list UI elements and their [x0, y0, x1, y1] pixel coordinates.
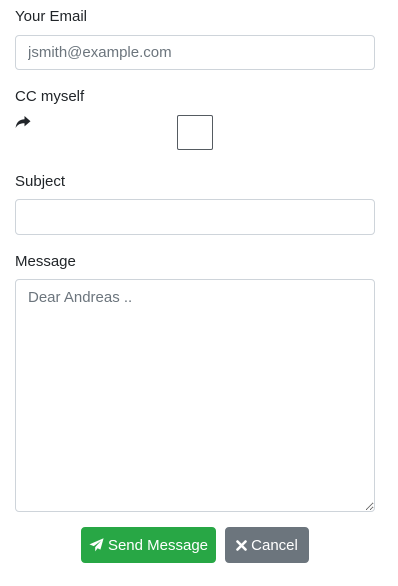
cancel-label: Cancel [251, 536, 298, 554]
subject-label: Subject [15, 173, 66, 190]
cc-label: CC myself [15, 88, 85, 105]
send-message-button[interactable]: Send Message [81, 527, 216, 563]
send-message-label: Send Message [107, 536, 209, 554]
email-label: Your Email [15, 8, 87, 25]
cc-myself-checkbox[interactable] [177, 115, 213, 150]
message-field[interactable] [15, 279, 375, 512]
message-label: Message [15, 253, 76, 270]
cancel-button[interactable]: Cancel [225, 527, 309, 563]
email-field[interactable] [15, 35, 375, 70]
paper-plane-icon [89, 538, 104, 552]
subject-field[interactable] [15, 199, 375, 235]
close-icon [236, 539, 247, 551]
share-icon [15, 115, 31, 129]
